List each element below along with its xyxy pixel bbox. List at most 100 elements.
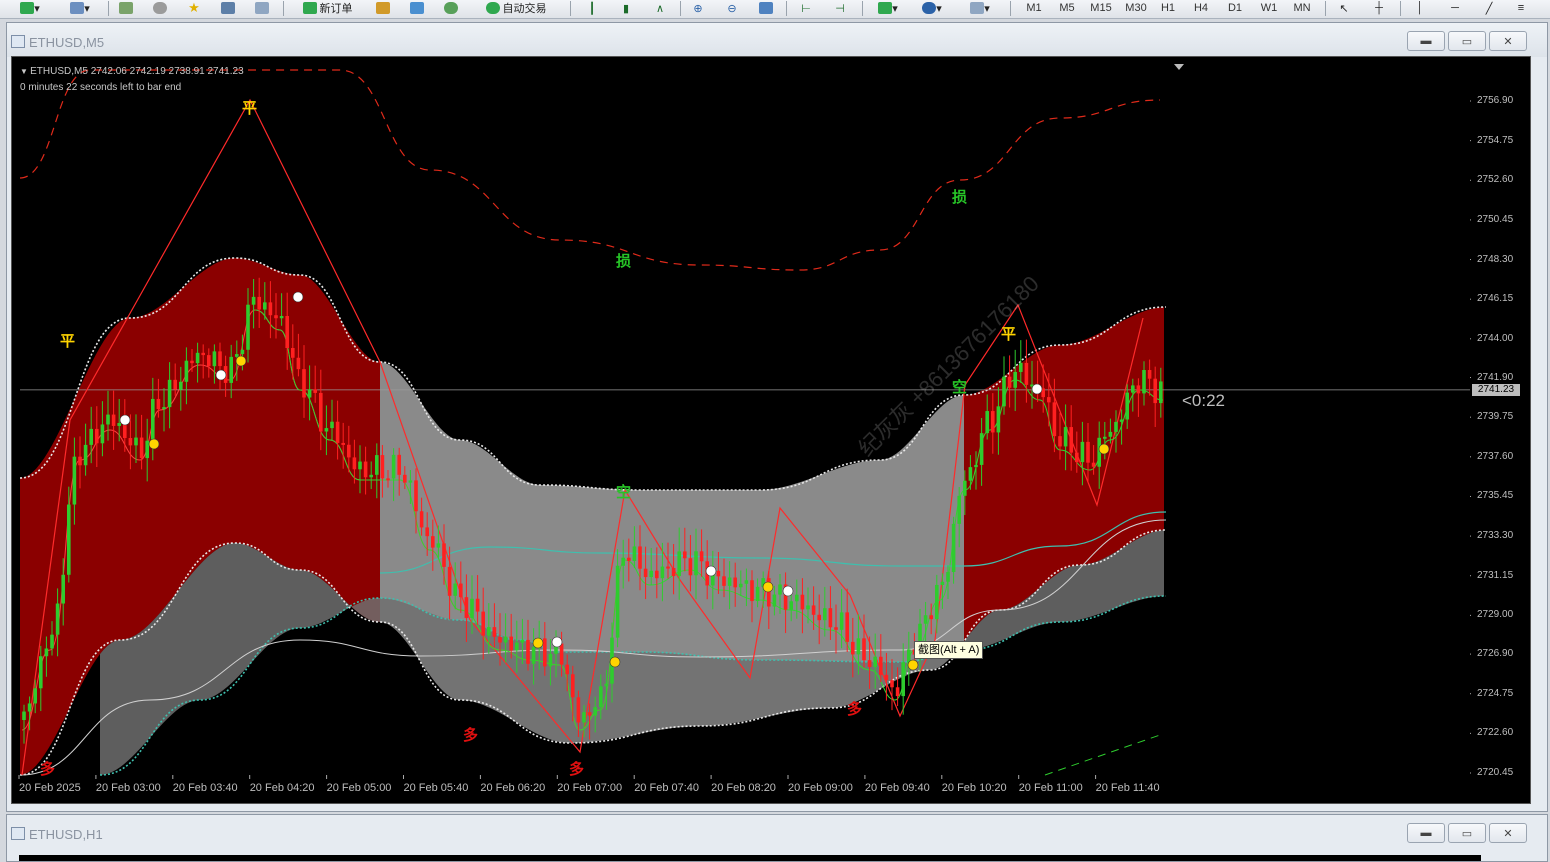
price-tick-label: 2726.90	[1477, 648, 1514, 660]
dashed-support-line	[1044, 734, 1161, 776]
candle-body	[811, 605, 816, 615]
time-tick-label: 20 Feb 09:00	[788, 782, 853, 794]
candle-body	[823, 608, 827, 621]
time-tick-label: 20 Feb 03:40	[172, 782, 238, 794]
candle-body	[1080, 441, 1085, 463]
candle-body	[341, 442, 345, 445]
candle-body	[979, 433, 984, 465]
price-tick-label: 2724.75	[1477, 687, 1514, 699]
candle-body	[207, 355, 211, 367]
candle-body	[50, 634, 54, 649]
white-signal-dot	[705, 565, 717, 577]
candle-body	[582, 712, 586, 723]
long-signal: 多	[847, 700, 863, 718]
candle-body	[212, 351, 217, 367]
time-tick-label: 20 Feb 08:20	[711, 782, 776, 794]
candle-body	[447, 566, 452, 596]
candle-body	[677, 551, 681, 577]
candle-body	[1114, 421, 1118, 432]
price-chart[interactable]	[0, 0, 1550, 860]
short-signal: 空	[952, 378, 968, 396]
candle-body	[772, 594, 777, 607]
candle-body	[184, 360, 189, 382]
candle-body	[778, 584, 782, 595]
candle-body	[240, 349, 245, 355]
time-tick-label: 20 Feb 05:00	[326, 782, 392, 794]
close-button[interactable]: ✕	[1489, 823, 1527, 843]
candle-body	[795, 594, 799, 602]
candle-body	[487, 627, 491, 636]
price-tick-label: 2722.60	[1477, 727, 1514, 739]
screenshot-tooltip: 截图(Alt + A)	[914, 641, 984, 659]
candle-body	[453, 583, 457, 596]
candle-body	[302, 369, 306, 398]
candle-body	[890, 680, 894, 688]
time-tick-label: 20 Feb 05:40	[403, 782, 469, 794]
candle-body	[33, 688, 37, 704]
candle-body	[285, 316, 289, 349]
candle-body	[419, 511, 424, 528]
candle-body	[1091, 462, 1096, 467]
candle-body	[313, 389, 317, 393]
candle-body	[991, 411, 995, 433]
time-tick-label: 20 Feb 07:00	[557, 782, 623, 794]
candle-body	[375, 455, 379, 475]
candle-body	[565, 664, 569, 675]
candle-body	[251, 296, 256, 305]
candle-body	[828, 608, 833, 628]
h1-chart-canvas[interactable]	[19, 855, 1481, 861]
price-tick-label: 2729.00	[1477, 609, 1514, 621]
minimize-button[interactable]: ▬	[1407, 823, 1445, 843]
candle-body	[291, 348, 295, 358]
candle-body	[481, 611, 485, 636]
candle-body	[789, 601, 793, 610]
candle-body	[363, 461, 368, 478]
current-price-label: 2741.23	[1472, 384, 1520, 396]
candle-body	[862, 638, 866, 661]
candle-body	[946, 572, 950, 582]
candle-body	[492, 627, 497, 637]
candle-body	[559, 643, 564, 665]
candle-body	[974, 464, 978, 468]
candle-body	[347, 444, 351, 458]
symbol-info-text: ETHUSD,M5 2742.06 2742.19 2738.91 2741.2…	[30, 66, 244, 77]
price-tick-label: 2739.75	[1477, 411, 1514, 423]
price-tick-label: 2748.30	[1477, 253, 1514, 265]
long-signal: 多	[463, 726, 479, 744]
candle-body	[403, 474, 407, 483]
close-signal: 平	[1001, 325, 1017, 343]
candle-body	[39, 656, 43, 689]
candle-body	[907, 649, 911, 663]
candle-body	[1142, 370, 1146, 394]
white-signal-dot	[1031, 383, 1043, 395]
candle-body	[1103, 436, 1107, 439]
yellow-signal-dot	[235, 355, 247, 367]
candle-body	[55, 603, 60, 635]
candle-body	[391, 454, 396, 479]
candle-body	[1063, 427, 1068, 447]
candle-body	[834, 627, 838, 630]
candle-body	[464, 597, 469, 618]
price-tick-label: 2741.90	[1477, 371, 1514, 383]
candle-body	[895, 687, 900, 697]
white-signal-dot	[215, 369, 227, 381]
candle-body	[884, 674, 889, 681]
candle-body	[929, 615, 933, 620]
candle-body	[431, 536, 435, 548]
candle-body	[352, 457, 357, 470]
candle-body	[179, 381, 183, 390]
candle-body	[296, 357, 301, 370]
candle-body	[235, 354, 239, 357]
candle-body	[923, 615, 928, 624]
white-signal-dot	[292, 291, 304, 303]
candle-body	[733, 577, 737, 588]
candle-body	[218, 351, 222, 367]
candle-body	[851, 641, 855, 655]
candle-body	[83, 444, 88, 466]
maximize-button[interactable]: ▭	[1448, 823, 1486, 843]
long-signal: 多	[40, 760, 56, 778]
candle-body	[503, 636, 508, 643]
white-signal-dot	[551, 636, 563, 648]
candle-body	[621, 557, 625, 566]
candle-body	[106, 414, 110, 425]
